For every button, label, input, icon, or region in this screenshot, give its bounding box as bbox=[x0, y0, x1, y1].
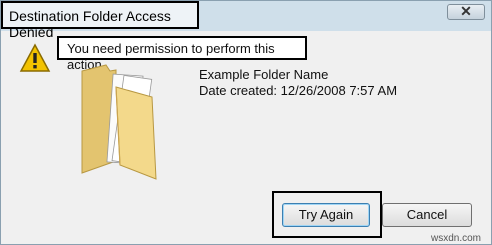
watermark: wsxdn.com bbox=[431, 233, 482, 244]
close-icon: ✕ bbox=[460, 3, 472, 19]
close-button[interactable]: ✕ bbox=[447, 3, 485, 20]
folder-name: Example Folder Name bbox=[199, 67, 329, 82]
folder-icon bbox=[81, 64, 157, 180]
dialog-window: Destination Folder Access Denied ✕ You n… bbox=[0, 0, 492, 245]
try-again-button[interactable]: Try Again bbox=[282, 203, 370, 227]
title-bar: Destination Folder Access Denied bbox=[1, 1, 199, 40]
warning-icon bbox=[19, 43, 51, 72]
date-created: Date created: 12/26/2008 7:57 AM bbox=[199, 83, 398, 98]
cancel-button[interactable]: Cancel bbox=[382, 203, 472, 227]
permission-message-box: You need permission to perform this acti… bbox=[57, 36, 307, 72]
